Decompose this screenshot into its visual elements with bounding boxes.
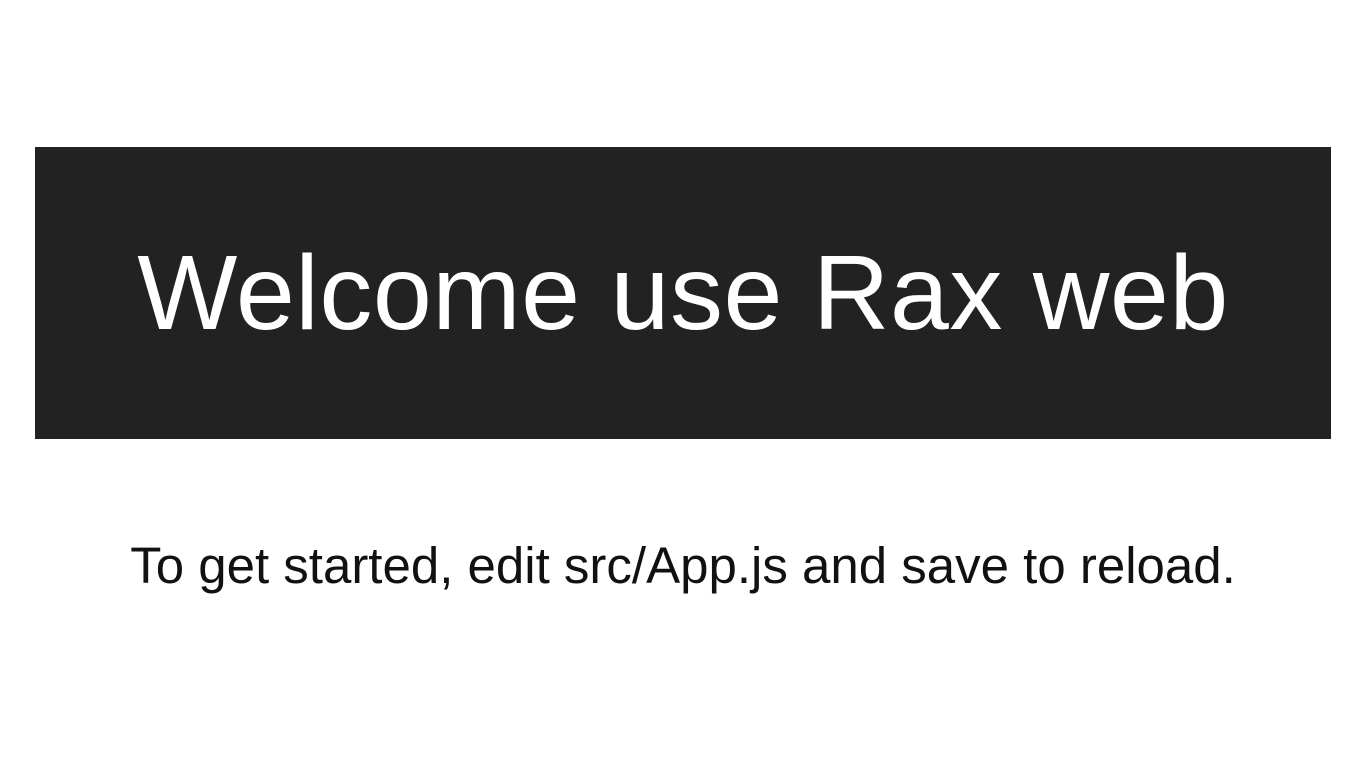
app-root: Welcome use Rax web To get started, edit… — [0, 0, 1366, 768]
page-title: Welcome use Rax web — [137, 234, 1229, 352]
app-header: Welcome use Rax web — [35, 147, 1331, 439]
intro-text: To get started, edit src/App.js and save… — [130, 537, 1236, 594]
